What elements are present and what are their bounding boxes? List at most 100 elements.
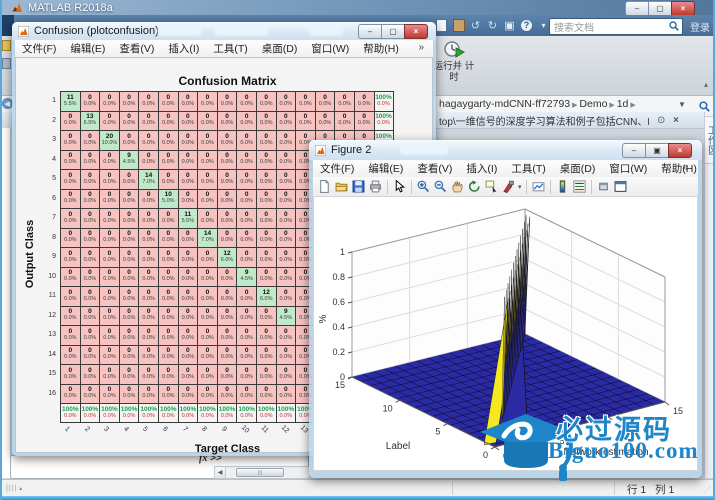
minimize-button[interactable]: – bbox=[358, 24, 381, 39]
zoom-in-icon[interactable] bbox=[415, 179, 432, 195]
figure2-toolbar: ▾ bbox=[313, 177, 698, 197]
cm-cell: 00.0% bbox=[198, 248, 218, 268]
cm-cell: 00.0% bbox=[179, 365, 199, 385]
cm-cell: 00.0% bbox=[81, 209, 101, 229]
figure2-titlebar[interactable]: Figure 2 – ▣ × bbox=[309, 140, 702, 160]
menu-item[interactable]: 工具(T) bbox=[504, 160, 552, 177]
confusion-chart-title: Confusion Matrix bbox=[61, 74, 394, 88]
cursor-position: 行 1 列 1 bbox=[627, 482, 674, 497]
menu-item[interactable]: 插入(I) bbox=[459, 160, 504, 177]
cm-cell: 00.0% bbox=[81, 92, 101, 112]
maximize-button[interactable]: ▢ bbox=[648, 1, 671, 16]
menu-item[interactable]: 帮助(H) bbox=[356, 40, 406, 57]
svg-text:1: 1 bbox=[340, 247, 345, 257]
layout-icon[interactable]: ▣ bbox=[502, 18, 517, 32]
menu-item[interactable]: 桌面(D) bbox=[553, 160, 603, 177]
breadcrumb[interactable]: hagaygarty-mdCNN-ff72793 ▶ Demo ▶ 1d ▶ bbox=[439, 98, 636, 110]
rotate-3d-icon[interactable] bbox=[466, 179, 483, 195]
cm-cell: 00.0% bbox=[198, 268, 218, 288]
help-icon[interactable]: ? bbox=[519, 18, 534, 32]
login-link[interactable]: 登录 bbox=[690, 19, 710, 34]
confusion-titlebar[interactable]: Confusion (plotconfusion) – ▢ × bbox=[12, 22, 436, 40]
menu-overflow-icon[interactable]: » bbox=[682, 162, 694, 173]
breadcrumb-item[interactable]: 1d bbox=[617, 98, 629, 110]
cm-row-label: 8 bbox=[42, 234, 56, 241]
breadcrumb-item[interactable]: Demo bbox=[579, 98, 607, 110]
cm-cell: 00.0% bbox=[139, 229, 159, 249]
new-document-icon[interactable] bbox=[316, 179, 333, 195]
resize-grip-icon[interactable]: ⋰ bbox=[704, 486, 711, 494]
cm-cell: 00.0% bbox=[81, 385, 101, 405]
search-icon[interactable] bbox=[669, 18, 682, 36]
cm-cell: 00.0% bbox=[198, 151, 218, 171]
undo-icon[interactable]: ↺ bbox=[468, 18, 483, 32]
menu-item[interactable]: 查看(V) bbox=[410, 160, 459, 177]
statusbar-grip-arrow-icon[interactable]: ▴ bbox=[19, 485, 22, 492]
menu-item[interactable]: 文件(F) bbox=[15, 40, 63, 57]
run-and-time-button[interactable]: 运行并 计时 bbox=[432, 38, 476, 92]
scroll-left-icon[interactable]: ◀ bbox=[215, 467, 226, 478]
cm-row-label: 3 bbox=[42, 136, 56, 143]
main-titlebar[interactable]: MATLAB R2018a – ▢ × bbox=[2, 0, 715, 15]
breadcrumb-item[interactable]: hagaygarty-mdCNN-ff72793 bbox=[439, 98, 570, 110]
menu-item[interactable]: 插入(I) bbox=[161, 40, 206, 57]
open-folder-icon[interactable] bbox=[333, 179, 350, 195]
save-icon[interactable] bbox=[350, 179, 367, 195]
cm-cell: 00.0% bbox=[61, 346, 81, 366]
collapse-toolstrip-icon[interactable]: ▴ bbox=[704, 80, 708, 89]
link-plot-icon[interactable] bbox=[530, 179, 547, 195]
menu-item[interactable]: 文件(F) bbox=[313, 160, 361, 177]
minimize-button[interactable]: – bbox=[625, 1, 648, 16]
menu-overflow-icon[interactable]: » bbox=[418, 42, 430, 53]
maximize-button[interactable]: ▢ bbox=[381, 24, 404, 39]
cm-cell: 147.0% bbox=[139, 170, 159, 190]
expand-figure-icon[interactable] bbox=[612, 179, 629, 195]
workspace-tab[interactable]: 工作区 bbox=[704, 116, 715, 164]
print-icon[interactable] bbox=[367, 179, 384, 195]
pan-hand-icon[interactable] bbox=[449, 179, 466, 195]
menu-item[interactable]: 工具(T) bbox=[206, 40, 254, 57]
svg-text:15: 15 bbox=[335, 380, 345, 390]
figure2-window-controls: – ▣ × bbox=[622, 143, 692, 158]
redo-icon[interactable]: ↻ bbox=[485, 18, 500, 32]
scrollbar-thumb[interactable]: ||| bbox=[236, 468, 284, 477]
horizontal-scrollbar[interactable]: ◀ ||| bbox=[214, 466, 310, 479]
breadcrumb-dropdown-icon[interactable]: ▼ bbox=[678, 100, 686, 109]
pin-pane-icon[interactable]: ⊙ bbox=[657, 115, 665, 126]
zoom-out-icon[interactable] bbox=[432, 179, 449, 195]
statusbar-grip-icon[interactable]: |||| bbox=[6, 485, 17, 492]
cm-cell: 00.0% bbox=[218, 365, 238, 385]
copy-icon[interactable] bbox=[434, 18, 449, 32]
dock-figure-icon[interactable] bbox=[595, 179, 612, 195]
legend-icon[interactable] bbox=[571, 179, 588, 195]
close-button[interactable]: × bbox=[668, 143, 692, 158]
close-pane-icon[interactable]: × bbox=[673, 115, 679, 126]
cm-cell: 00.0% bbox=[257, 346, 277, 366]
menu-item[interactable]: 窗口(W) bbox=[602, 160, 654, 177]
restore-button[interactable]: ▣ bbox=[645, 143, 668, 158]
menu-item[interactable]: 编辑(E) bbox=[361, 160, 410, 177]
cm-cell: 94.5% bbox=[237, 268, 257, 288]
cm-row-label: 16 bbox=[42, 390, 56, 397]
data-cursor-icon[interactable] bbox=[483, 179, 500, 195]
cm-cell: 00.0% bbox=[237, 92, 257, 112]
close-button[interactable]: × bbox=[404, 24, 428, 39]
menu-item[interactable]: 编辑(E) bbox=[63, 40, 112, 57]
doc-search-box[interactable]: 搜索文档 bbox=[549, 18, 683, 35]
menu-item[interactable]: 桌面(D) bbox=[255, 40, 305, 57]
colorbar-icon[interactable] bbox=[554, 179, 571, 195]
paste-icon[interactable] bbox=[451, 18, 466, 32]
brush-dropdown-icon[interactable]: ▾ bbox=[518, 183, 522, 191]
menu-item[interactable]: 窗口(W) bbox=[304, 40, 356, 57]
cm-cell: 00.0% bbox=[218, 92, 238, 112]
menu-item[interactable]: 帮助(H) bbox=[654, 160, 704, 177]
minimize-button[interactable]: – bbox=[622, 143, 645, 158]
pointer-icon[interactable] bbox=[391, 179, 408, 195]
brush-icon[interactable] bbox=[500, 179, 517, 195]
close-button[interactable]: × bbox=[671, 1, 695, 16]
cm-col-label: 12 bbox=[279, 424, 289, 434]
cm-cell: 00.0% bbox=[139, 131, 159, 151]
cm-cell: 00.0% bbox=[237, 112, 257, 132]
cm-row-label: 11 bbox=[42, 292, 56, 299]
menu-item[interactable]: 查看(V) bbox=[112, 40, 161, 57]
